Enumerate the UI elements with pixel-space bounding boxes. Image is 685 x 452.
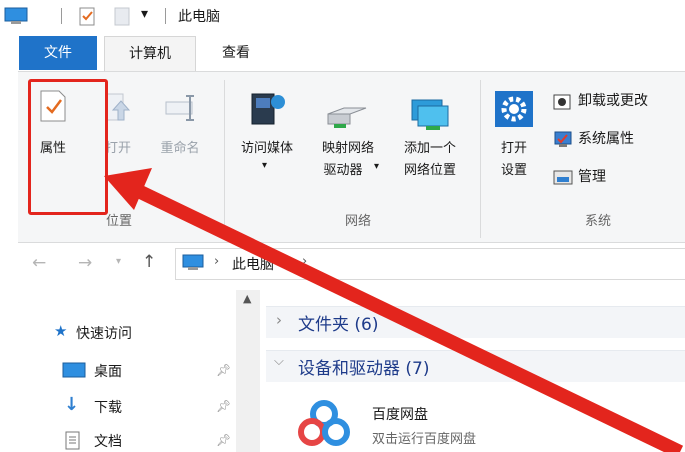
annotation-arrow	[104, 168, 684, 452]
